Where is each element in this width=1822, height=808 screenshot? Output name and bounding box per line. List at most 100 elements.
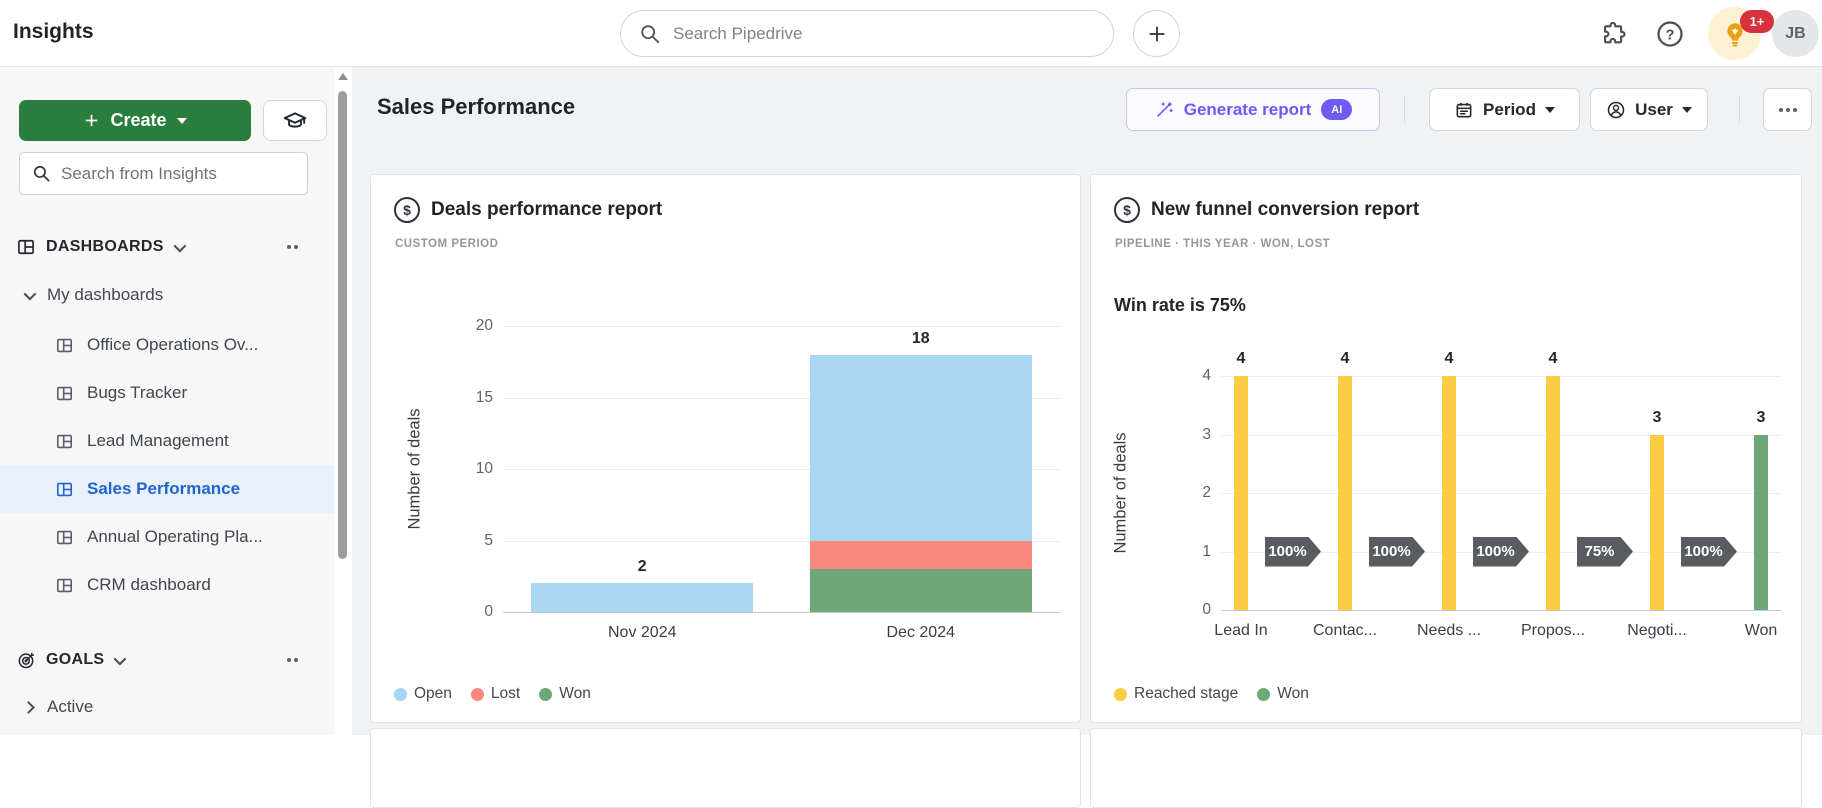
- legend-item: Open: [394, 685, 452, 703]
- y-tick-label: 10: [457, 460, 493, 478]
- sidebar-item-annual-operating-plan[interactable]: Annual Operating Pla...: [0, 513, 334, 561]
- card-partial: [370, 728, 1081, 808]
- funnel-bar[interactable]: [1442, 376, 1456, 610]
- main-content: Sales Performance Generate report AI Per…: [352, 67, 1822, 735]
- target-icon: [16, 650, 36, 670]
- chevron-down-icon: [1545, 107, 1555, 113]
- funnel-bar[interactable]: [1234, 376, 1248, 610]
- legend-label: Lost: [491, 685, 520, 703]
- x-axis-line: [503, 612, 1060, 613]
- legend-dot: [471, 688, 484, 701]
- card-partial: [1090, 728, 1802, 808]
- generate-report-button[interactable]: Generate report AI: [1126, 88, 1380, 131]
- help-icon[interactable]: ?: [1654, 18, 1686, 50]
- funnel-bar[interactable]: [1650, 435, 1664, 611]
- x-axis-line: [1221, 610, 1781, 611]
- report-title: New funnel conversion report: [1151, 199, 1419, 221]
- dashboard-more-button[interactable]: [1763, 88, 1812, 131]
- sidebar-item-label: Sales Performance: [87, 479, 240, 499]
- divider: [1739, 96, 1740, 123]
- goals-more-icon[interactable]: [287, 658, 298, 662]
- user-filter-button[interactable]: User: [1590, 88, 1708, 131]
- quick-add-button[interactable]: [1133, 10, 1180, 57]
- chevron-right-icon: [22, 701, 35, 714]
- x-tick-label: Propos...: [1498, 622, 1608, 640]
- sidebar-item-bugs-tracker[interactable]: Bugs Tracker: [0, 369, 334, 417]
- sidebar-item-active-goals[interactable]: Active: [0, 690, 334, 724]
- sidebar-item-sales-performance[interactable]: Sales Performance: [0, 465, 334, 513]
- sidebar-item-crm-dashboard[interactable]: CRM dashboard: [0, 561, 334, 609]
- y-tick-label: 15: [457, 389, 493, 407]
- global-search-input[interactable]: [673, 24, 1073, 44]
- y-tick-label: 1: [1175, 543, 1211, 561]
- dashboards-more-icon[interactable]: [287, 245, 298, 249]
- funnel-bar[interactable]: [1754, 435, 1768, 611]
- generate-report-label: Generate report: [1184, 100, 1312, 120]
- bar-value-label: 18: [891, 330, 951, 348]
- y-tick-label: 5: [457, 532, 493, 550]
- scroll-up-arrow[interactable]: [338, 73, 348, 80]
- period-filter-button[interactable]: Period: [1429, 88, 1580, 131]
- gridline: [1221, 493, 1781, 494]
- chevron-down-icon: [24, 287, 37, 300]
- report-title-row[interactable]: $ New funnel conversion report: [1114, 197, 1419, 223]
- x-tick-label: Nov 2024: [587, 624, 697, 642]
- legend-label: Reached stage: [1134, 685, 1238, 703]
- funnel-conversion-chart: 012344Lead In4Contac...4Needs ...4Propos…: [1221, 376, 1781, 610]
- conversion-badge: 100%: [1473, 537, 1529, 567]
- funnel-bar[interactable]: [1338, 376, 1352, 610]
- report-subtitle: PIPELINE · THIS YEAR · WON, LOST: [1115, 238, 1330, 250]
- page-title: Sales Performance: [377, 94, 575, 120]
- insights-search-input[interactable]: [61, 164, 281, 184]
- bar-value-label: 4: [1315, 350, 1375, 368]
- my-dashboards-group[interactable]: My dashboards: [0, 278, 334, 312]
- legend-dot: [394, 688, 407, 701]
- sidebar-item-label: Office Operations Ov...: [87, 335, 258, 355]
- search-icon: [639, 23, 661, 45]
- sidebar-item-label: Lead Management: [87, 431, 229, 451]
- y-tick-label: 20: [457, 317, 493, 335]
- sidebar-item-lead-management[interactable]: Lead Management: [0, 417, 334, 465]
- create-button[interactable]: Create: [19, 100, 251, 141]
- x-tick-label: Negoti...: [1602, 622, 1712, 640]
- magic-wand-icon: [1154, 100, 1174, 120]
- notification-badge: 1+: [1740, 10, 1774, 33]
- conversion-badge: 75%: [1577, 537, 1633, 567]
- gridline: [503, 326, 1060, 327]
- global-search[interactable]: [620, 10, 1114, 57]
- report-subtitle: CUSTOM PERIOD: [395, 238, 498, 250]
- bar-segment-open[interactable]: [810, 355, 1032, 541]
- bar-segment-won[interactable]: [810, 569, 1032, 612]
- chevron-down-icon: [177, 118, 187, 124]
- search-icon: [32, 164, 51, 183]
- dashboards-section-label: DASHBOARDS: [46, 238, 164, 256]
- gridline: [1221, 435, 1781, 436]
- avatar[interactable]: JB: [1772, 10, 1819, 57]
- marketplace-icon[interactable]: [1598, 18, 1630, 50]
- funnel-bar[interactable]: [1546, 376, 1560, 610]
- learn-button[interactable]: [263, 100, 327, 141]
- sidebar-scrollbar[interactable]: [334, 67, 352, 735]
- insights-search[interactable]: [19, 152, 308, 195]
- goals-section-label: GOALS: [46, 651, 104, 669]
- bar-value-label: 3: [1627, 409, 1687, 427]
- report-title-row[interactable]: $ Deals performance report: [394, 197, 662, 223]
- scrollbar-thumb[interactable]: [338, 91, 347, 559]
- legend-dot: [539, 688, 552, 701]
- conversion-badge: 100%: [1265, 537, 1321, 567]
- legend-item: Won: [539, 685, 591, 703]
- dashboards-section-header[interactable]: DASHBOARDS: [0, 231, 334, 263]
- bar-segment-lost[interactable]: [810, 541, 1032, 570]
- divider: [1404, 96, 1405, 123]
- goals-section-header[interactable]: GOALS: [0, 644, 334, 676]
- bar-value-label: 2: [612, 558, 672, 576]
- chevron-down-icon: [1682, 107, 1692, 113]
- bar-value-label: 4: [1523, 350, 1583, 368]
- bar-segment-open[interactable]: [531, 583, 753, 612]
- app-title: Insights: [13, 20, 94, 44]
- legend-dot: [1114, 688, 1127, 701]
- bar-value-label: 4: [1419, 350, 1479, 368]
- x-tick-label: Dec 2024: [866, 624, 976, 642]
- sidebar-item-office-operations[interactable]: Office Operations Ov...: [0, 321, 334, 369]
- top-bar: Insights ? 1+ JB: [0, 0, 1822, 67]
